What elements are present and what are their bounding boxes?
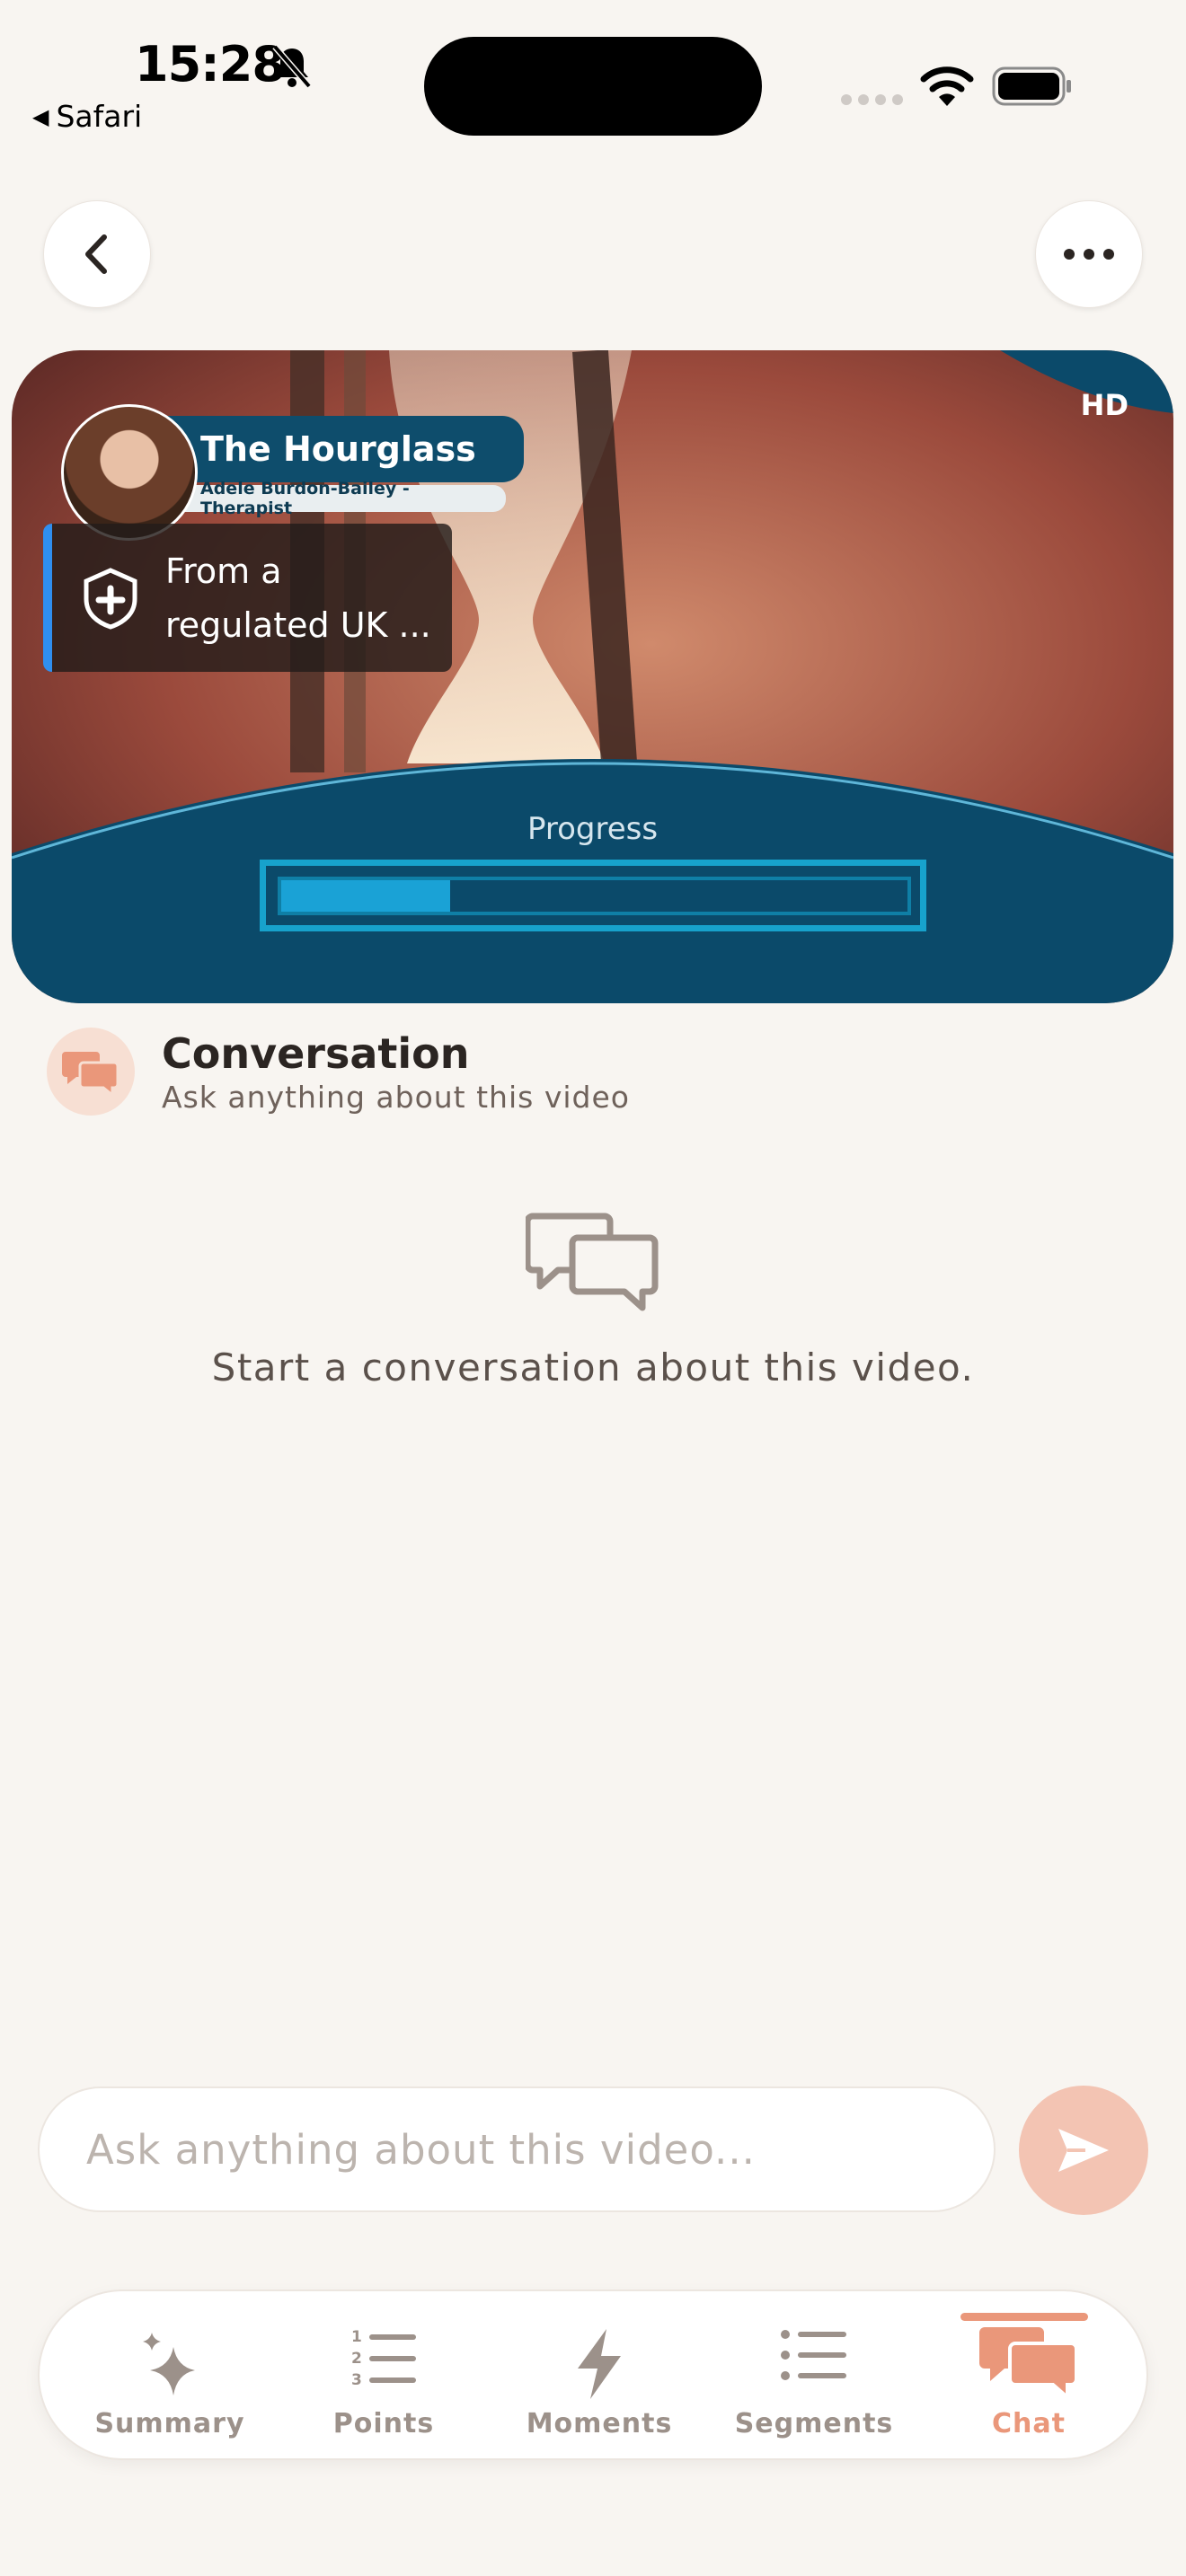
chat-empty-icon (526, 1213, 659, 1311)
back-to-safari[interactable]: ◀ Safari (32, 99, 142, 134)
tab-label: Moments (526, 2408, 673, 2439)
send-button[interactable] (1019, 2086, 1148, 2215)
regulated-notice[interactable]: From a regulated UK ... (43, 524, 452, 672)
conversation-subtitle: Ask anything about this video (162, 1080, 630, 1115)
more-options-button[interactable] (1035, 200, 1143, 308)
regulated-line-1: From a (165, 551, 282, 591)
tab-moments[interactable]: Moments (505, 2291, 694, 2462)
back-button[interactable] (43, 200, 151, 308)
battery-icon (992, 66, 1071, 106)
video-title: The Hourglass (164, 416, 524, 482)
bell-muted-icon (272, 44, 312, 89)
bullet-list-icon (781, 2330, 846, 2380)
status-time: 15:28 (135, 36, 286, 93)
chat-bubbles-icon (979, 2327, 1078, 2399)
shield-plus-icon (84, 567, 137, 630)
progress-bar (260, 860, 926, 931)
chat-bubbles-icon (62, 1052, 119, 1097)
tab-summary[interactable]: Summary (75, 2291, 264, 2462)
numbered-list-icon: 1 2 3 (351, 2328, 416, 2389)
tab-label: Chat (992, 2408, 1066, 2439)
wifi-icon (920, 66, 974, 106)
regulated-line-2: regulated UK ... (165, 604, 431, 645)
chat-input[interactable] (38, 2086, 996, 2212)
video-subtitle: Adele Burdon-Bailey - Therapist (182, 479, 506, 518)
lightning-icon (578, 2329, 621, 2399)
svg-text:2: 2 (351, 2350, 362, 2368)
send-icon (1058, 2129, 1109, 2172)
tab-segments[interactable]: Segments (720, 2291, 908, 2462)
back-app-label: Safari (56, 99, 143, 134)
dynamic-island (424, 37, 762, 136)
back-triangle-icon: ◀ (32, 103, 49, 129)
presenter-avatar (61, 404, 198, 541)
sparkle-icon (143, 2333, 195, 2395)
progress-fill (281, 880, 451, 912)
tab-points[interactable]: 1 2 3 Points (289, 2291, 478, 2462)
signal-dots-icon (841, 94, 903, 105)
svg-text:3: 3 (351, 2371, 362, 2389)
empty-state-text: Start a conversation about this video. (211, 1345, 975, 1389)
conversation-title: Conversation (162, 1029, 470, 1078)
active-tab-indicator (960, 2313, 1088, 2321)
conversation-badge (47, 1028, 135, 1116)
svg-text:1: 1 (351, 2328, 362, 2346)
ellipsis-icon (1064, 249, 1114, 260)
tab-label: Points (332, 2408, 435, 2439)
video-player[interactable]: HD The Hourglass Adele Burdon-Bailey - T… (12, 350, 1173, 1003)
chevron-left-icon (85, 234, 107, 274)
progress-label: Progress (527, 811, 659, 847)
tab-label: Summary (94, 2408, 245, 2439)
hd-badge: HD (1080, 388, 1128, 422)
tab-label: Segments (734, 2408, 894, 2439)
